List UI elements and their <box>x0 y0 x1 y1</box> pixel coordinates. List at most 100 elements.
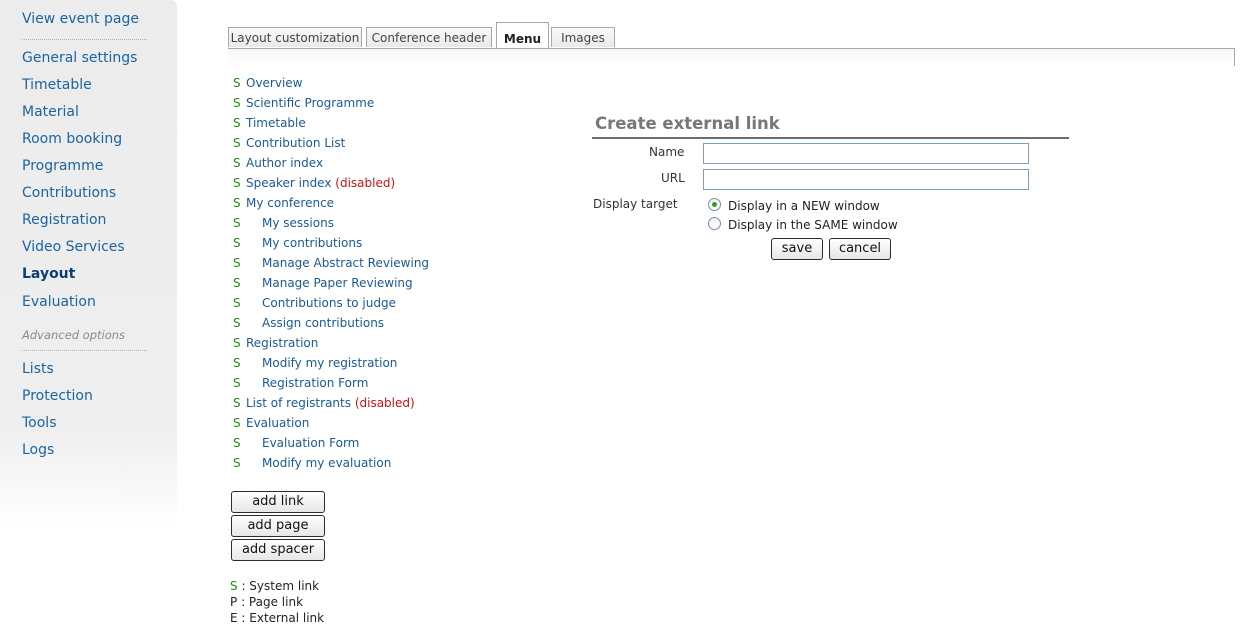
sidebar-item-tools[interactable]: Tools <box>22 415 57 431</box>
system-link-marker: S <box>233 316 241 330</box>
system-link-marker: S <box>233 116 241 130</box>
legend-system-link: S : System link <box>230 579 319 593</box>
menu-item-label[interactable]: Registration <box>246 336 318 350</box>
sidebar-item-programme[interactable]: Programme <box>22 158 103 174</box>
tab-content-border <box>228 48 1235 66</box>
menu-item: S Author index <box>233 156 323 172</box>
cancel-button[interactable]: cancel <box>829 238 891 260</box>
menu-item-child: S Contributions to judge <box>233 296 396 312</box>
tab-conference-header[interactable]: Conference header <box>366 27 492 47</box>
menu-item: S List of registrants (disabled) <box>233 396 415 412</box>
menu-item-label[interactable]: Registration Form <box>262 376 368 390</box>
menu-item: S Evaluation <box>233 416 309 432</box>
legend-text: : External link <box>241 611 325 625</box>
sidebar-item-video-services[interactable]: Video Services <box>22 239 125 255</box>
system-link-marker: S <box>233 236 241 250</box>
sidebar-item-evaluation[interactable]: Evaluation <box>22 294 96 310</box>
system-link-marker: S <box>233 396 241 410</box>
menu-item-child: S Evaluation Form <box>233 436 359 452</box>
system-link-marker: S <box>233 156 241 170</box>
name-label: Name <box>649 145 685 159</box>
menu-item-label[interactable]: Modify my registration <box>262 356 397 370</box>
menu-item-child: S Assign contributions <box>233 316 384 332</box>
system-link-marker: S <box>233 336 241 350</box>
legend-key: P <box>230 595 238 609</box>
view-event-page-link[interactable]: View event page <box>22 11 139 27</box>
menu-item-label[interactable]: Modify my evaluation <box>262 456 391 470</box>
menu-item-child: S My contributions <box>233 236 362 252</box>
menu-item: S Scientific Programme <box>233 96 374 112</box>
menu-item: S Registration <box>233 336 318 352</box>
sidebar-item-logs[interactable]: Logs <box>22 442 54 458</box>
system-link-marker: S <box>233 96 241 110</box>
menu-item: S My conference <box>233 196 334 212</box>
advanced-options-heading: Advanced options <box>22 328 126 342</box>
menu-item: S Timetable <box>233 116 306 132</box>
sidebar-item-protection[interactable]: Protection <box>22 388 93 404</box>
menu-item-label[interactable]: My contributions <box>262 236 362 250</box>
menu-item: S Speaker index (disabled) <box>233 176 395 192</box>
system-link-marker: S <box>233 436 241 450</box>
menu-item-label[interactable]: Evaluation Form <box>262 436 359 450</box>
menu-item-child: S My sessions <box>233 216 334 232</box>
url-label: URL <box>661 171 685 185</box>
menu-item-label[interactable]: List of registrants <box>246 396 351 410</box>
sidebar-item-timetable[interactable]: Timetable <box>22 77 92 93</box>
add-link-button[interactable]: add link <box>231 491 325 513</box>
system-link-marker: S <box>233 376 241 390</box>
menu-item-label[interactable]: Manage Paper Reviewing <box>262 276 413 290</box>
legend-key: S <box>230 579 238 593</box>
menu-item-child: S Registration Form <box>233 376 368 392</box>
menu-item: S Contribution List <box>233 136 345 152</box>
sidebar-item-material[interactable]: Material <box>22 104 79 120</box>
same-window-radio[interactable] <box>708 217 721 230</box>
system-link-marker: S <box>233 216 241 230</box>
new-window-option-label[interactable]: Display in a NEW window <box>728 199 880 213</box>
system-link-marker: S <box>233 196 241 210</box>
sidebar-item-lists[interactable]: Lists <box>22 361 54 377</box>
legend-external-link: E : External link <box>230 611 324 625</box>
menu-item-label[interactable]: Assign contributions <box>262 316 384 330</box>
menu-item-label[interactable]: Overview <box>246 76 303 90</box>
sidebar-item-contributions[interactable]: Contributions <box>22 185 116 201</box>
add-spacer-button[interactable]: add spacer <box>231 539 325 561</box>
tab-menu[interactable]: Menu <box>496 22 549 49</box>
menu-item: S Overview <box>233 76 303 92</box>
sidebar-item-registration[interactable]: Registration <box>22 212 106 228</box>
legend-page-link: P : Page link <box>230 595 303 609</box>
menu-item-label[interactable]: Contributions to judge <box>262 296 396 310</box>
tab-images[interactable]: Images <box>551 27 615 47</box>
name-field[interactable] <box>703 143 1029 164</box>
menu-item-label[interactable]: Author index <box>246 156 323 170</box>
add-page-button[interactable]: add page <box>231 515 325 537</box>
disabled-badge: (disabled) <box>335 176 396 190</box>
legend-text: : Page link <box>241 595 304 609</box>
menu-item-label[interactable]: Evaluation <box>246 416 309 430</box>
url-field[interactable] <box>703 169 1029 190</box>
legend-text: : System link <box>241 579 320 593</box>
sidebar-item-layout[interactable]: Layout <box>22 266 75 282</box>
sidebar-item-general-settings[interactable]: General settings <box>22 50 137 66</box>
menu-item-label[interactable]: Scientific Programme <box>246 96 374 110</box>
tab-layout-customization[interactable]: Layout customization <box>228 27 362 47</box>
menu-item-label[interactable]: My sessions <box>262 216 334 230</box>
legend-key: E <box>230 611 238 625</box>
new-window-radio[interactable] <box>708 198 721 211</box>
menu-item-label[interactable]: Contribution List <box>246 136 345 150</box>
menu-item-label[interactable]: Speaker index <box>246 176 331 190</box>
menu-item-label[interactable]: My conference <box>246 196 334 210</box>
same-window-option-label[interactable]: Display in the SAME window <box>728 218 898 232</box>
save-button[interactable]: save <box>771 238 823 260</box>
display-target-label: Display target <box>593 197 678 211</box>
disabled-badge: (disabled) <box>354 396 415 410</box>
system-link-marker: S <box>233 416 241 430</box>
system-link-marker: S <box>233 176 241 190</box>
sidebar-item-room-booking[interactable]: Room booking <box>22 131 122 147</box>
form-title: Create external link <box>595 114 780 133</box>
menu-item-child: S Modify my evaluation <box>233 456 391 472</box>
system-link-marker: S <box>233 76 241 90</box>
system-link-marker: S <box>233 356 241 370</box>
menu-item-label[interactable]: Manage Abstract Reviewing <box>262 256 429 270</box>
menu-item-label[interactable]: Timetable <box>246 116 306 130</box>
menu-item-child: S Modify my registration <box>233 356 397 372</box>
